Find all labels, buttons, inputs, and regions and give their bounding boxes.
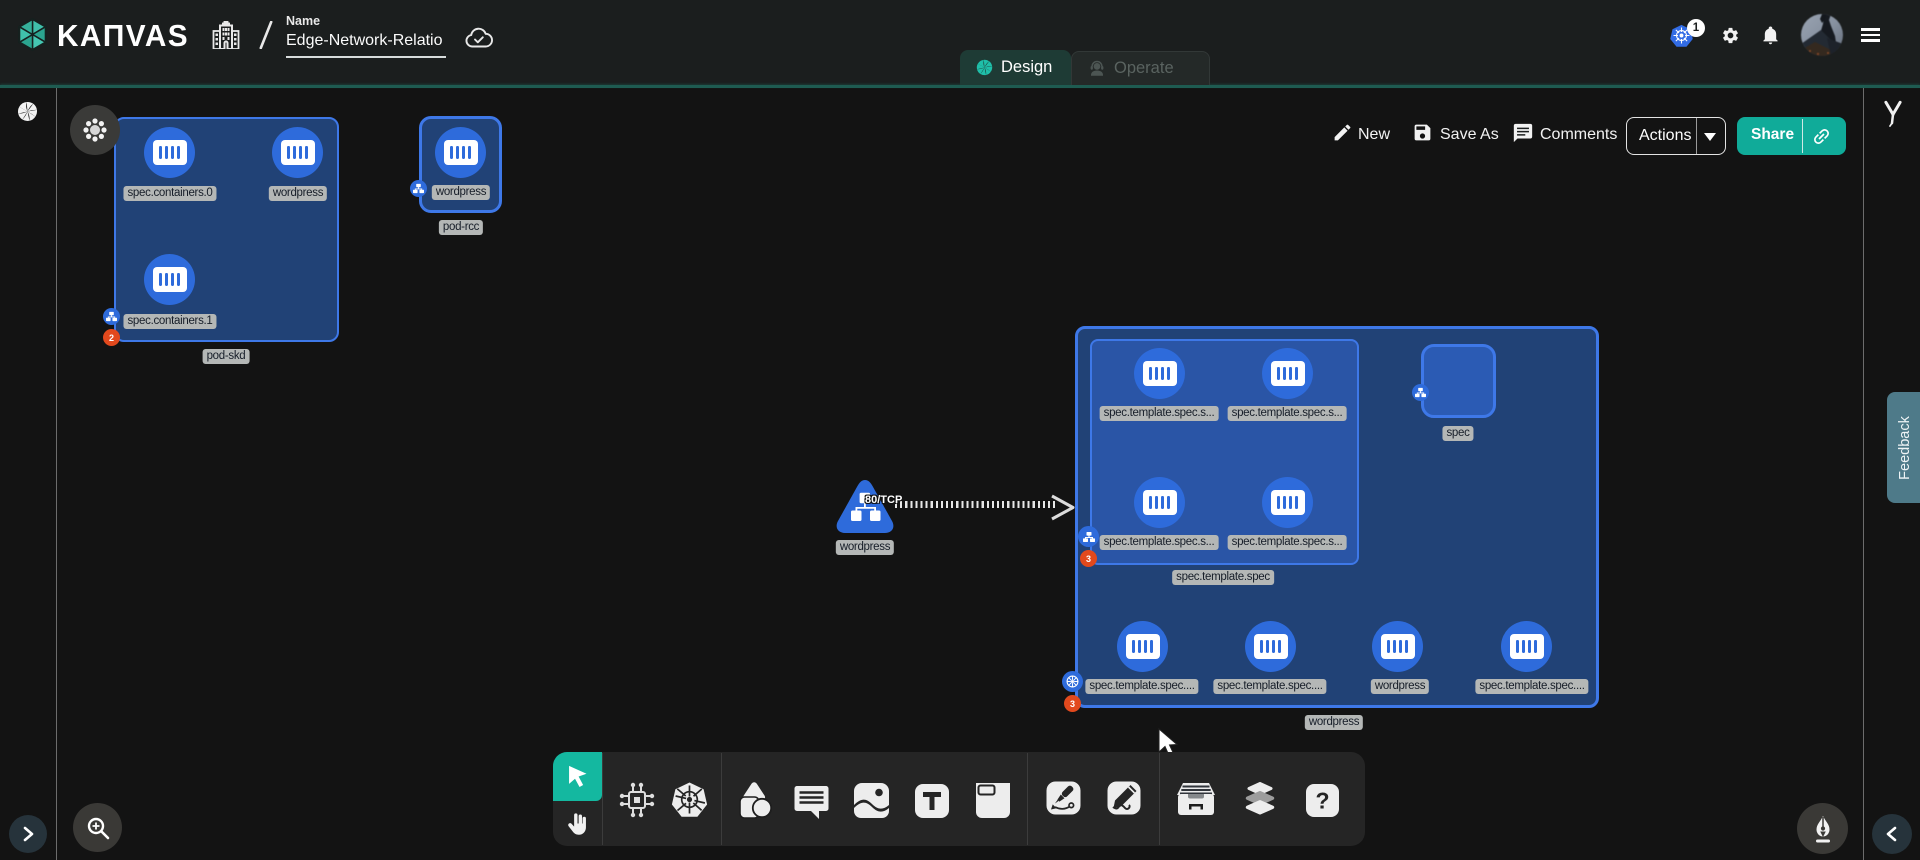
svg-text:?: ? <box>1315 788 1329 814</box>
